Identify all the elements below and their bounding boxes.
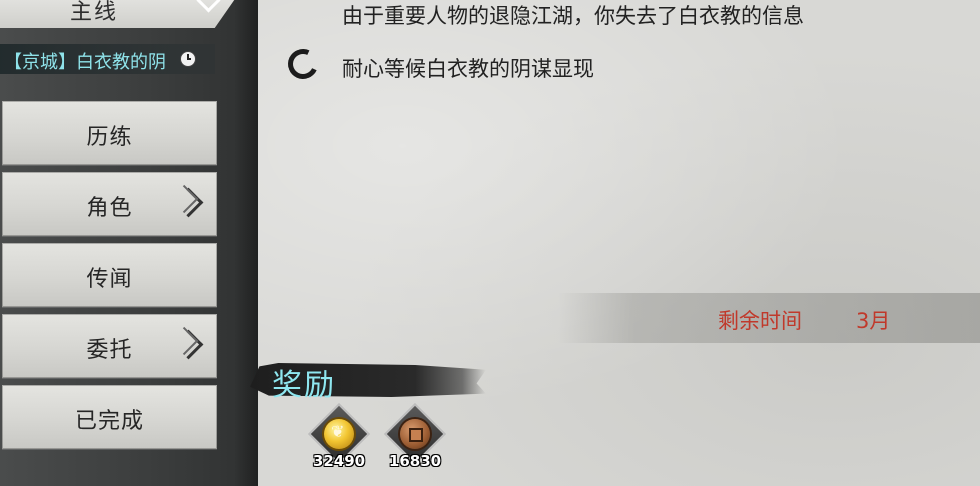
sidebar-item-label: 传闻 <box>86 267 133 292</box>
reward-item-copper[interactable]: 16830 <box>380 402 450 474</box>
quest-info-text: 由于重要人物的退隐江湖，你失去了白衣教的信息 <box>342 4 804 28</box>
sidebar-item-label: 已完成 <box>74 409 144 434</box>
in-progress-icon <box>283 44 323 84</box>
time-remaining-value: 3月 <box>856 309 891 333</box>
sidebar-item-character[interactable]: 角色 <box>2 172 217 236</box>
time-remaining-label: 剩余时间 <box>718 309 802 333</box>
sidebar-item-completed[interactable]: 已完成 <box>2 385 217 449</box>
reward-title: 奖励 <box>272 368 336 403</box>
sidebar-item-rumors[interactable]: 传闻 <box>2 243 217 307</box>
gold-ingot-icon <box>324 419 354 449</box>
reward-count: 16830 <box>388 452 442 470</box>
clock-icon <box>180 51 196 67</box>
copper-coin-icon <box>400 419 430 449</box>
sidebar: 主线 【京城】白衣教的阴 历练 角色 传闻 委托 已完成 <box>0 0 258 486</box>
current-quest-entry[interactable]: 【京城】白衣教的阴 <box>0 44 215 74</box>
reward-item-gold[interactable]: 32490 <box>304 402 374 474</box>
sidebar-item-label: 历练 <box>86 125 133 150</box>
quest-objective-text: 耐心等候白衣教的阴谋显现 <box>342 57 594 81</box>
main-quest-tab-label: 主线 <box>70 0 119 25</box>
sidebar-item-commissions[interactable]: 委托 <box>2 314 217 378</box>
sidebar-item-training[interactable]: 历练 <box>2 101 217 165</box>
current-quest-title: 【京城】白衣教的阴 <box>4 52 166 73</box>
reward-count: 32490 <box>312 452 366 470</box>
